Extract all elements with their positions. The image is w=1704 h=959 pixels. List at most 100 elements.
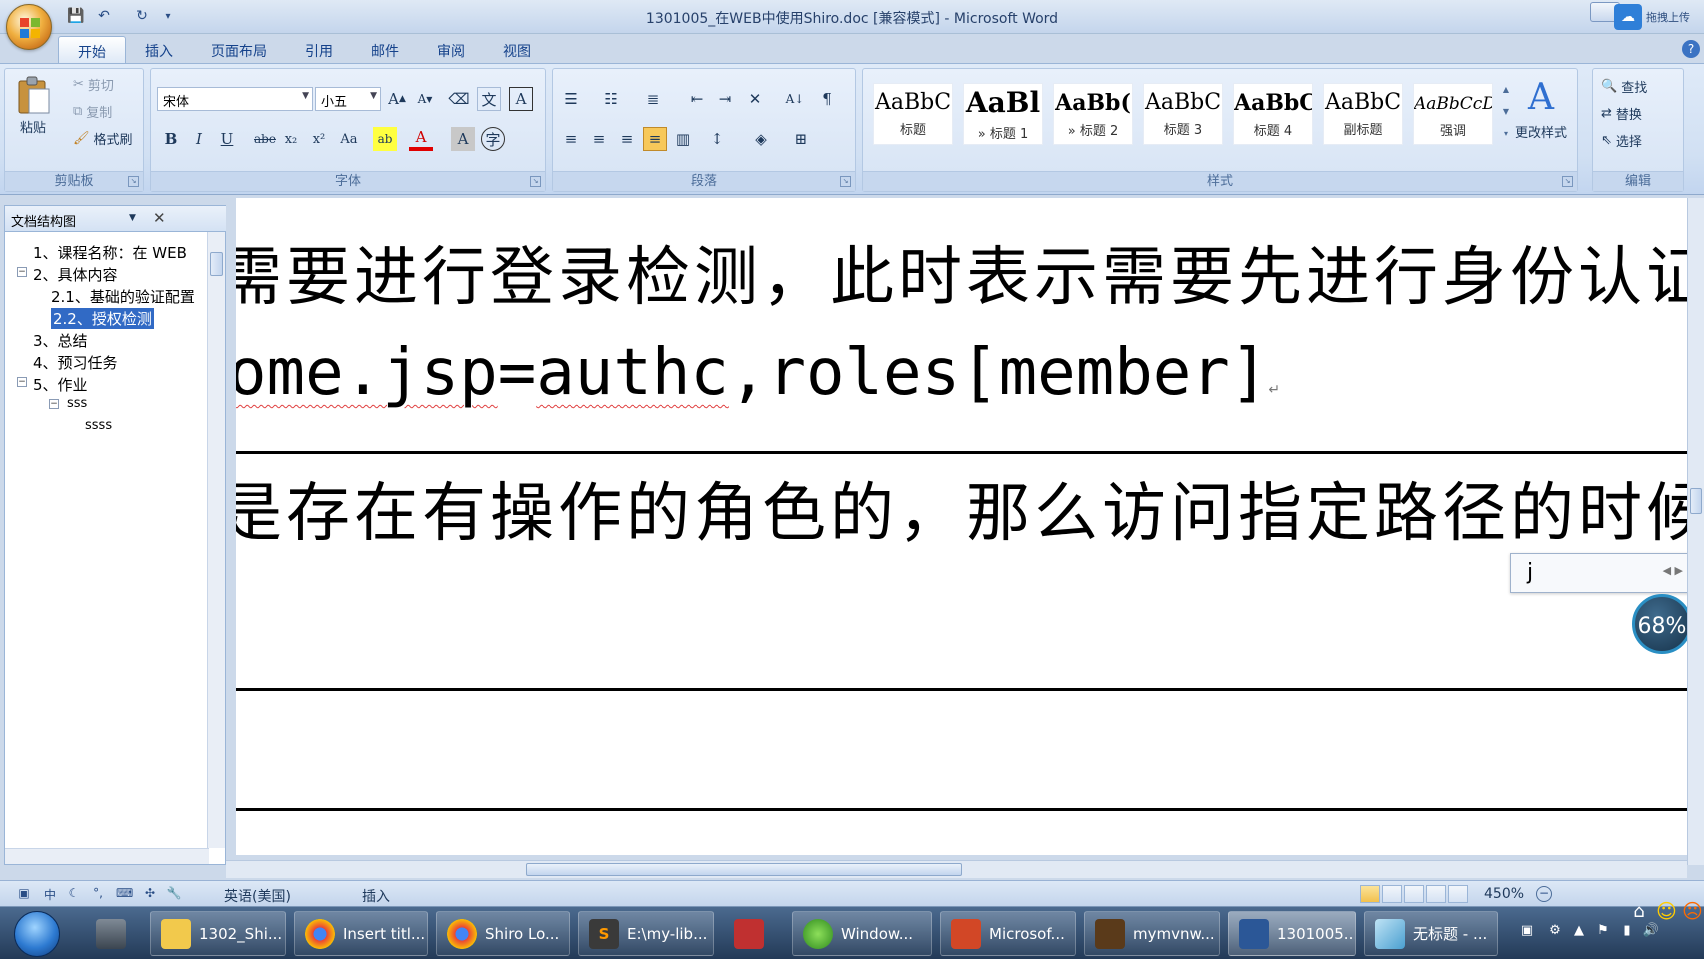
tray-flag-icon[interactable]: ⚑ xyxy=(1594,923,1612,941)
taskbar-item[interactable]: S E:\my-lib... xyxy=(578,911,714,956)
paste-button[interactable]: 粘贴 xyxy=(15,75,51,136)
subscript-icon[interactable]: x₂ xyxy=(279,127,303,151)
clear-format-icon[interactable]: ⌫ xyxy=(447,87,471,111)
find-button[interactable]: 🔍 查找 xyxy=(1601,77,1647,96)
increase-indent-icon[interactable]: ⇥ xyxy=(713,87,737,111)
tab-review[interactable]: 审阅 xyxy=(418,36,484,64)
cloud-upload-button[interactable]: ☁ 拖拽上传 xyxy=(1614,2,1704,32)
insert-mode-status[interactable]: 插入 xyxy=(362,886,390,906)
taskbar-item[interactable]: Microsof... xyxy=(940,911,1076,956)
sort-icon[interactable]: A↓ xyxy=(783,87,807,111)
taskbar-pinned-app[interactable] xyxy=(88,911,136,956)
document-horizontal-scrollbar[interactable] xyxy=(226,860,1687,878)
nav-item[interactable]: 4、预习任务 xyxy=(33,352,118,373)
align-right-icon[interactable]: ≡ xyxy=(615,127,639,151)
start-button[interactable] xyxy=(14,911,60,957)
taskbar-item[interactable]: 无标题 - ... xyxy=(1364,911,1498,956)
tab-home[interactable]: 开始 xyxy=(58,36,126,64)
zoom-level[interactable]: 450% xyxy=(1484,886,1524,902)
font-size-combo[interactable]: 小五 ▼ xyxy=(315,87,381,111)
superscript-icon[interactable]: x² xyxy=(307,127,331,151)
grow-font-icon[interactable]: A ▲ xyxy=(385,87,409,111)
ime-candidate-box[interactable]: j ◀ ▶ xyxy=(1510,553,1690,593)
document-vertical-scrollbar[interactable] xyxy=(1687,198,1704,865)
view-print-layout-button[interactable] xyxy=(1360,885,1380,903)
view-draft-button[interactable] xyxy=(1448,885,1468,903)
shrink-font-icon[interactable]: A ▼ xyxy=(413,87,437,111)
office-button[interactable] xyxy=(6,4,52,50)
collapse-icon[interactable]: − xyxy=(49,399,59,409)
change-case-icon[interactable]: Aa xyxy=(337,127,361,151)
italic-icon[interactable]: I xyxy=(187,127,211,151)
taskbar-item[interactable]: 1302_Shi... xyxy=(150,911,286,956)
tab-mailings[interactable]: 邮件 xyxy=(352,36,418,64)
collapse-icon[interactable]: − xyxy=(17,267,27,277)
bullets-icon[interactable]: ☰ xyxy=(559,87,583,111)
scroll-thumb[interactable] xyxy=(210,252,223,276)
numbering-icon[interactable]: ☷ xyxy=(599,87,623,111)
highlight-icon[interactable]: ab xyxy=(373,127,397,151)
nav-item[interactable]: 5、作业 xyxy=(33,374,88,395)
view-outline-button[interactable] xyxy=(1426,885,1446,903)
underline-icon[interactable]: U xyxy=(215,127,239,151)
line-spacing-icon[interactable]: ↕ xyxy=(705,127,729,151)
ime-punct-icon[interactable]: °, xyxy=(90,886,106,902)
nav-item[interactable]: 3、总结 xyxy=(33,330,88,351)
style-heading-3[interactable]: AaBbC 标题 3 xyxy=(1143,83,1223,145)
scroll-thumb[interactable] xyxy=(1690,488,1702,514)
chevron-down-icon[interactable]: ▼ xyxy=(129,213,136,223)
nav-item[interactable]: 2.1、基础的验证配置 xyxy=(51,286,195,307)
nav-vertical-scrollbar[interactable] xyxy=(207,232,225,848)
tab-references[interactable]: 引用 xyxy=(286,36,352,64)
char-border-icon[interactable]: A xyxy=(509,87,533,111)
help-icon[interactable]: ? xyxy=(1682,40,1700,58)
taskbar-item-active[interactable]: 1301005... xyxy=(1228,911,1356,956)
taskbar-item[interactable]: Shiro Lo... xyxy=(436,911,570,956)
ime-page-arrows-icon[interactable]: ◀ ▶ xyxy=(1663,564,1683,577)
wrench-icon[interactable]: 🔧 xyxy=(166,886,182,902)
styles-launcher-icon[interactable]: ↘ xyxy=(1562,176,1573,187)
ime-moon-icon[interactable]: ☾ xyxy=(66,886,82,902)
view-web-layout-button[interactable] xyxy=(1404,885,1424,903)
close-icon[interactable]: ✕ xyxy=(153,209,166,227)
language-status[interactable]: 英语(美国) xyxy=(224,886,291,906)
tray-ime-icon[interactable]: ▣ xyxy=(1518,923,1536,941)
scroll-thumb[interactable] xyxy=(526,863,962,876)
zoom-out-icon[interactable]: − xyxy=(1536,886,1552,902)
doc-line-2[interactable]: ome.jsp=authc,roles[member]↵ xyxy=(236,336,1280,410)
tray-network-icon[interactable]: ▮ xyxy=(1618,923,1636,941)
style-emphasis[interactable]: AaBbCcD 强调 xyxy=(1413,83,1493,145)
strikethrough-icon[interactable]: abe xyxy=(253,127,277,151)
style-title[interactable]: AaBbC 标题 xyxy=(873,83,953,145)
view-full-screen-button[interactable] xyxy=(1382,885,1402,903)
emoji-icon[interactable]: ☹ xyxy=(1682,899,1703,923)
clipboard-launcher-icon[interactable]: ↘ xyxy=(128,176,139,187)
ime-chinese-icon[interactable]: 中 xyxy=(42,886,58,902)
collapse-icon[interactable]: − xyxy=(17,377,27,387)
nav-horizontal-scrollbar[interactable] xyxy=(5,848,209,864)
tray-show-hidden-icon[interactable]: ▲ xyxy=(1570,923,1588,941)
tab-view[interactable]: 视图 xyxy=(484,36,550,64)
ime-soft-icon[interactable]: ✣ xyxy=(142,886,158,902)
font-color-icon[interactable]: A xyxy=(409,127,433,151)
style-heading-2[interactable]: AaBb( » 标题 2 xyxy=(1053,83,1133,145)
decrease-indent-icon[interactable]: ⇤ xyxy=(685,87,709,111)
nav-item-selected[interactable]: 2.2、授权检测 xyxy=(51,308,154,329)
nav-item[interactable]: ssss xyxy=(85,418,112,433)
taskbar-item[interactable]: Window... xyxy=(792,911,932,956)
tray-settings-icon[interactable]: ⚙ xyxy=(1546,923,1564,941)
nav-item[interactable]: sss xyxy=(67,396,87,411)
bold-icon[interactable]: B xyxy=(159,127,183,151)
doc-line-3[interactable]: 是存在有操作的角色的，那么访问指定路径的时候 xyxy=(236,462,1687,554)
borders-icon[interactable]: ⊞ xyxy=(789,127,813,151)
style-subtitle[interactable]: AaBbC 副标题 xyxy=(1323,83,1403,145)
tab-insert[interactable]: 插入 xyxy=(126,36,192,64)
style-heading-1[interactable]: AaBl » 标题 1 xyxy=(963,83,1043,145)
select-button[interactable]: ⇖ 选择 xyxy=(1601,131,1642,150)
enclose-char-icon[interactable]: 字 xyxy=(481,127,505,151)
replace-button[interactable]: ⇄ 替换 xyxy=(1601,104,1642,123)
doc-line-1[interactable]: 需要进行登录检测，此时表示需要先进行身份认证 xyxy=(236,226,1687,318)
align-left-icon[interactable]: ≡ xyxy=(559,127,583,151)
shading-icon[interactable]: ◈ xyxy=(749,127,773,151)
nav-item[interactable]: 1、课程名称：在 WEB xyxy=(33,242,187,263)
